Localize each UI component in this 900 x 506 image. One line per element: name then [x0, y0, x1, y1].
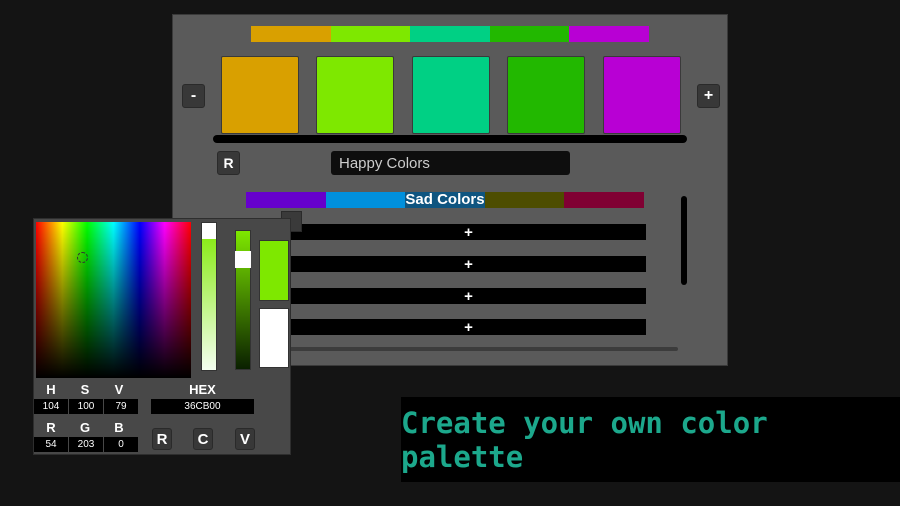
- b-label: B: [114, 420, 124, 435]
- hue-saturation-field[interactable]: [36, 222, 191, 378]
- color-picker-panel: H S V 104 100 79 HEX 36CB00 R G B 54 203…: [33, 218, 291, 455]
- picker-paste-button[interactable]: V: [235, 428, 255, 450]
- strip-color: [330, 26, 411, 42]
- g-label: G: [79, 420, 91, 435]
- empty-palette-slot[interactable]: +: [291, 288, 646, 305]
- add-color-button[interactable]: +: [697, 84, 720, 108]
- empty-palette-slot[interactable]: +: [291, 256, 646, 273]
- vertical-scrollbar[interactable]: [681, 196, 687, 285]
- palette-name-input[interactable]: Happy Colors: [331, 151, 570, 175]
- r-label: R: [46, 420, 56, 435]
- h-label: H: [46, 382, 56, 397]
- color-swatch[interactable]: [221, 56, 299, 134]
- color-swatch[interactable]: [507, 56, 585, 134]
- strip-color: [410, 26, 490, 42]
- color-swatch[interactable]: [316, 56, 394, 134]
- s-input[interactable]: 100: [69, 399, 103, 414]
- b-input[interactable]: 0: [104, 437, 138, 452]
- v-label: V: [114, 382, 124, 397]
- picker-copy-button[interactable]: C: [193, 428, 213, 450]
- palette-preview-strip: [251, 26, 649, 42]
- r-input[interactable]: 54: [34, 437, 68, 452]
- current-color-preview: [259, 240, 289, 301]
- slider-handle[interactable]: [202, 223, 216, 239]
- remove-color-button[interactable]: -: [182, 84, 205, 108]
- empty-palette-slot[interactable]: +: [291, 224, 646, 241]
- previous-color-preview: [259, 308, 289, 368]
- strip-color: [251, 26, 331, 42]
- s-label: S: [80, 382, 90, 397]
- strip-color: [489, 26, 570, 42]
- swatch-scrollbar[interactable]: [213, 135, 687, 143]
- v-input[interactable]: 79: [104, 399, 138, 414]
- empty-palette-slot[interactable]: +: [291, 319, 646, 336]
- h-input[interactable]: 104: [34, 399, 68, 414]
- hsv-labels: H S V: [34, 382, 136, 397]
- reset-button[interactable]: R: [217, 151, 240, 175]
- horizontal-scrollbar[interactable]: [283, 347, 678, 351]
- value-slider[interactable]: [235, 230, 251, 370]
- color-swatch[interactable]: [603, 56, 681, 134]
- hex-input[interactable]: 36CB00: [151, 399, 254, 414]
- picker-reset-button[interactable]: R: [152, 428, 172, 450]
- color-swatch[interactable]: [412, 56, 490, 134]
- slider-handle[interactable]: [235, 251, 251, 268]
- g-input[interactable]: 203: [69, 437, 103, 452]
- strip-color: [569, 26, 649, 42]
- saved-palette-name: Sad Colors: [405, 191, 485, 208]
- saturation-slider[interactable]: [201, 222, 217, 371]
- banner-text: Create your own color palette: [401, 397, 900, 482]
- picker-cursor[interactable]: [77, 252, 88, 263]
- hex-label: HEX: [189, 382, 216, 397]
- saved-palette-sad-colors[interactable]: Sad Colors: [246, 191, 644, 208]
